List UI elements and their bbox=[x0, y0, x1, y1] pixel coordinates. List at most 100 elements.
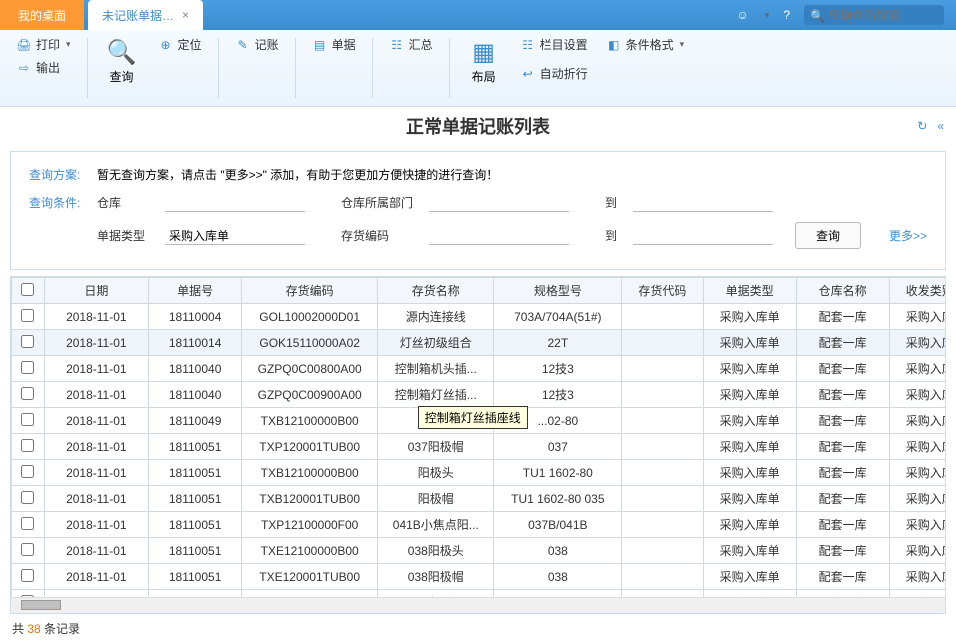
row-checkbox[interactable] bbox=[21, 361, 34, 374]
cell[interactable] bbox=[12, 486, 45, 512]
cell: 采购入库 bbox=[889, 460, 945, 486]
cell[interactable] bbox=[12, 512, 45, 538]
cell[interactable] bbox=[12, 408, 45, 434]
select-all-checkbox[interactable] bbox=[21, 283, 34, 296]
tab-unbooked[interactable]: 未记账单据… × bbox=[88, 0, 203, 30]
book-button[interactable]: ✎记账 bbox=[229, 34, 285, 55]
table-row[interactable]: 2018-11-0118110040GZPQ0C00900A00控制箱灯丝插..… bbox=[12, 382, 946, 408]
cell: 12技3 bbox=[494, 382, 622, 408]
doctype-input[interactable] bbox=[165, 226, 305, 245]
cell: TXB12100000B00 bbox=[242, 590, 378, 598]
cell[interactable] bbox=[12, 382, 45, 408]
help-icon[interactable]: ? bbox=[783, 8, 790, 22]
table-row[interactable]: 2018-11-0118110051TXP12100000F00041B小焦点阳… bbox=[12, 512, 946, 538]
book-icon: ✎ bbox=[235, 37, 251, 53]
col-btype[interactable]: 单据类型 bbox=[703, 278, 796, 304]
condfmt-button[interactable]: ◧条件格式▾ bbox=[600, 34, 691, 55]
row-checkbox[interactable] bbox=[21, 491, 34, 504]
cell: 18110040 bbox=[149, 382, 242, 408]
tab-desktop[interactable]: 我的桌面 bbox=[0, 0, 84, 30]
col-icode[interactable]: 存货代码 bbox=[622, 278, 703, 304]
header-checkbox[interactable] bbox=[12, 278, 45, 304]
warehouse-input[interactable] bbox=[165, 193, 305, 212]
query-button[interactable]: 🔍 查询 bbox=[98, 34, 146, 87]
invcode-to-input[interactable] bbox=[633, 226, 773, 245]
cell: 配套一库 bbox=[796, 538, 889, 564]
col-whs[interactable]: 仓库名称 bbox=[796, 278, 889, 304]
collapse-icon[interactable]: « bbox=[937, 119, 944, 133]
col-doc[interactable]: 单据号 bbox=[149, 278, 242, 304]
cell[interactable] bbox=[12, 564, 45, 590]
col-spec[interactable]: 规格型号 bbox=[494, 278, 622, 304]
cell: 18110040 bbox=[149, 356, 242, 382]
cell: 2018-11-01 bbox=[44, 564, 149, 590]
print-button[interactable]: 🖨打印▾ bbox=[10, 34, 77, 55]
topbar-right: ☺ ▾ ? 🔍 bbox=[737, 5, 956, 25]
cell: TXP120001TUB00 bbox=[242, 434, 378, 460]
cell bbox=[622, 564, 703, 590]
cell: 采购入库 bbox=[889, 408, 945, 434]
layout-button[interactable]: ▦ 布局 bbox=[460, 34, 508, 87]
cell[interactable] bbox=[12, 304, 45, 330]
row-checkbox[interactable] bbox=[21, 569, 34, 582]
cell: 18110004 bbox=[149, 304, 242, 330]
book-label: 记账 bbox=[255, 36, 279, 53]
cell: 2018-11-01 bbox=[44, 382, 149, 408]
cell bbox=[622, 538, 703, 564]
table-row[interactable]: 2018-11-0118110051TXE12100000B00038阳极头03… bbox=[12, 538, 946, 564]
cell[interactable] bbox=[12, 538, 45, 564]
output-button[interactable]: ⇨输出 bbox=[10, 57, 77, 78]
col-iname[interactable]: 存货名称 bbox=[378, 278, 494, 304]
row-checkbox[interactable] bbox=[21, 335, 34, 348]
col-code[interactable]: 存货编码 bbox=[242, 278, 378, 304]
close-icon[interactable]: × bbox=[182, 8, 189, 22]
locate-button[interactable]: ⊕定位 bbox=[152, 34, 208, 55]
table-row[interactable]: 2018-11-0118110014GOK15110000A02灯丝初级组合22… bbox=[12, 330, 946, 356]
query-button[interactable]: 查询 bbox=[795, 222, 861, 249]
table-row[interactable]: 2018-11-0718110087TXB12100000B00阳极头TU1 1… bbox=[12, 590, 946, 598]
scroll-thumb[interactable] bbox=[21, 600, 61, 610]
table-row[interactable]: 2018-11-0118110051TXP120001TUB00037阳极帽03… bbox=[12, 434, 946, 460]
cell[interactable] bbox=[12, 460, 45, 486]
user-icon[interactable]: ☺ bbox=[737, 8, 749, 22]
doc-button[interactable]: ▤单据 bbox=[306, 34, 362, 55]
table-row[interactable]: 2018-11-0118110051TXE120001TUB00038阳极帽03… bbox=[12, 564, 946, 590]
row-checkbox[interactable] bbox=[21, 517, 34, 530]
summary-button[interactable]: ☷汇总 bbox=[383, 34, 439, 55]
barcode-search-input[interactable] bbox=[804, 5, 944, 25]
locate-label: 定位 bbox=[178, 36, 202, 53]
row-checkbox[interactable] bbox=[21, 465, 34, 478]
col-rcv[interactable]: 收发类别 bbox=[889, 278, 945, 304]
dept-input[interactable] bbox=[429, 193, 569, 212]
cell: 采购入库单 bbox=[703, 590, 796, 598]
table-row[interactable]: 2018-11-0118110051TXB120001TUB00阳极帽TU1 1… bbox=[12, 486, 946, 512]
row-checkbox[interactable] bbox=[21, 387, 34, 400]
invcode-input[interactable] bbox=[429, 226, 569, 245]
table-row[interactable]: 2018-11-0118110051TXB12100000B00阳极头TU1 1… bbox=[12, 460, 946, 486]
title-bar: 正常单据记账列表 ↻ « bbox=[0, 107, 956, 145]
cell[interactable] bbox=[12, 330, 45, 356]
grid-scroll[interactable]: 日期 单据号 存货编码 存货名称 规格型号 存货代码 单据类型 仓库名称 收发类… bbox=[11, 277, 945, 597]
cell: 采购入库 bbox=[889, 564, 945, 590]
table-row[interactable]: 2018-11-0118110004GOL10002000D01源内连接线703… bbox=[12, 304, 946, 330]
cell: 配套一库 bbox=[796, 356, 889, 382]
cell[interactable] bbox=[12, 590, 45, 598]
row-checkbox[interactable] bbox=[21, 309, 34, 322]
autowrap-button[interactable]: ↩自动折行 bbox=[514, 63, 594, 84]
refresh-icon[interactable]: ↻ bbox=[917, 119, 927, 133]
cell: GOK15110000A02 bbox=[242, 330, 378, 356]
warehouse-to-input[interactable] bbox=[633, 193, 773, 212]
cell: 12技3 bbox=[494, 356, 622, 382]
col-date[interactable]: 日期 bbox=[44, 278, 149, 304]
row-checkbox[interactable] bbox=[21, 413, 34, 426]
row-checkbox[interactable] bbox=[21, 543, 34, 556]
autowrap-label: 自动折行 bbox=[540, 65, 588, 82]
cell[interactable] bbox=[12, 356, 45, 382]
table-row[interactable]: 2018-11-0118110040GZPQ0C00800A00控制箱机头插..… bbox=[12, 356, 946, 382]
more-link[interactable]: 更多>> bbox=[889, 227, 927, 244]
cell[interactable] bbox=[12, 434, 45, 460]
user-caret-icon[interactable]: ▾ bbox=[765, 10, 770, 21]
colset-button[interactable]: ☷栏目设置 bbox=[514, 34, 594, 55]
row-checkbox[interactable] bbox=[21, 439, 34, 452]
horizontal-scrollbar[interactable] bbox=[11, 597, 945, 613]
